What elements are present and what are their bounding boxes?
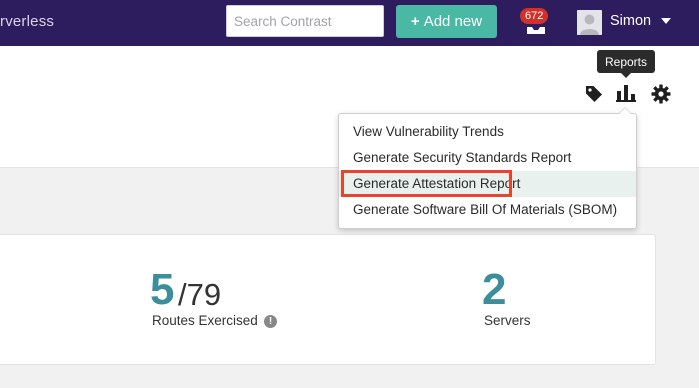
- user-silhouette-icon: [577, 10, 602, 35]
- notifications-button[interactable]: 672: [520, 8, 552, 38]
- routes-exercised-count: 5: [150, 265, 175, 314]
- plus-icon: +: [410, 13, 420, 30]
- tag-icon[interactable]: [585, 85, 603, 103]
- add-new-label: Add new: [423, 13, 483, 30]
- menu-item-view-vulnerability-trends[interactable]: View Vulnerability Trends: [339, 119, 636, 145]
- reports-dropdown-menu: View Vulnerability Trends Generate Secur…: [338, 107, 637, 229]
- add-new-button[interactable]: + Add new: [396, 5, 497, 38]
- user-avatar[interactable]: [577, 10, 602, 35]
- menu-item-generate-sbom[interactable]: Generate Software Bill Of Materials (SBO…: [339, 197, 636, 223]
- info-icon[interactable]: !: [264, 315, 277, 328]
- gear-icon[interactable]: [651, 84, 671, 104]
- user-menu-caret-icon[interactable]: [661, 18, 671, 24]
- menu-item-generate-attestation-report[interactable]: Generate Attestation Report: [339, 171, 636, 197]
- app-brand-name[interactable]: rverless: [0, 13, 54, 30]
- stats-card: 5 /79 Routes Exercised ! 2 Servers: [0, 234, 656, 365]
- search-input[interactable]: [226, 5, 384, 37]
- routes-exercised-label: Routes Exercised: [152, 313, 258, 328]
- menu-item-generate-security-standards-report[interactable]: Generate Security Standards Report: [339, 145, 636, 171]
- reports-tooltip: Reports: [597, 50, 655, 78]
- top-navigation-bar: rverless + Add new 672 Simon: [0, 0, 699, 46]
- notification-count-badge: 672: [520, 8, 549, 24]
- servers-label: Servers: [484, 313, 531, 328]
- user-name[interactable]: Simon: [610, 13, 651, 29]
- routes-total-count: /79: [178, 277, 222, 312]
- bar-chart-icon[interactable]: [616, 84, 636, 102]
- inbox-tray-icon: [527, 27, 545, 34]
- servers-count: 2: [482, 265, 507, 314]
